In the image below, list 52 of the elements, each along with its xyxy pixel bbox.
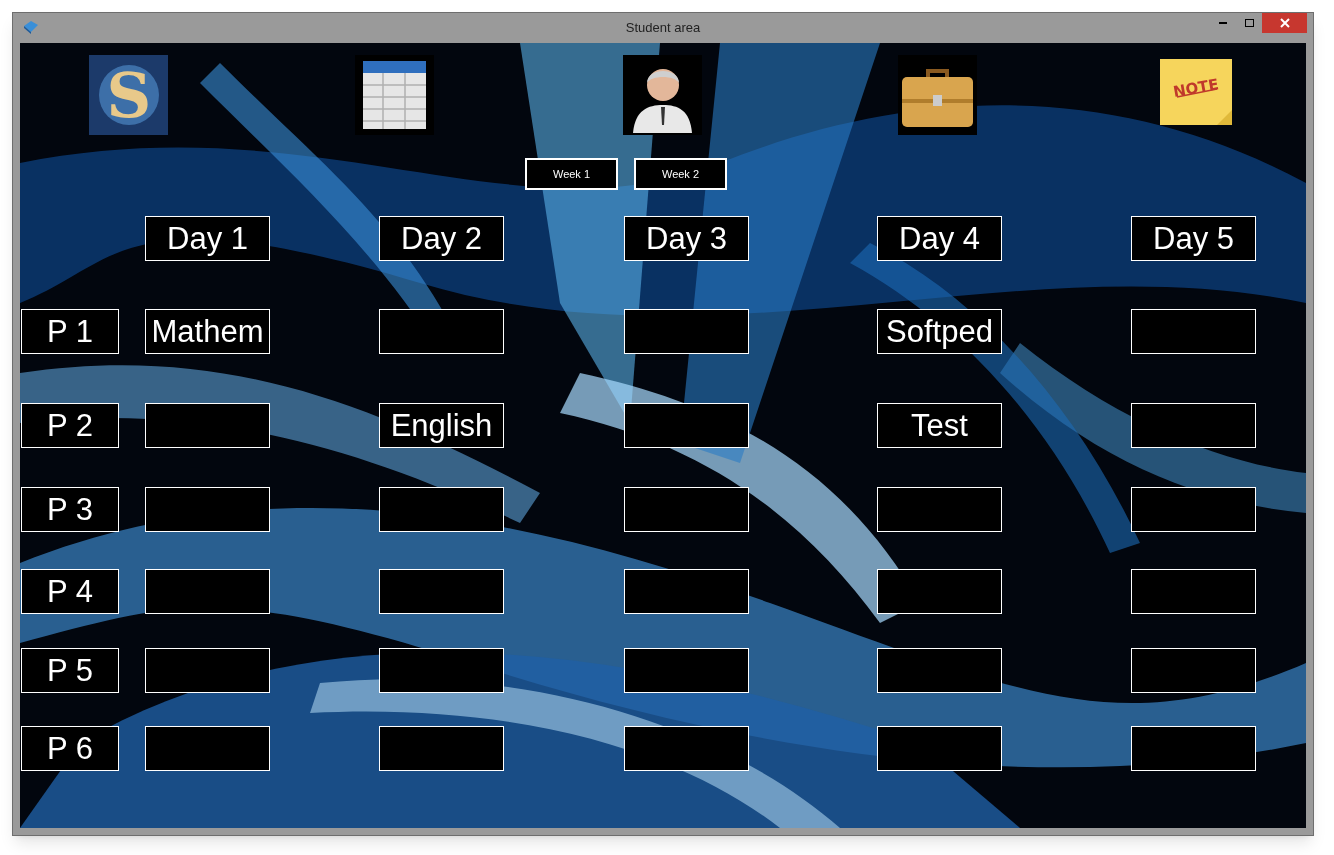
period-label: P 5 [21,648,119,693]
lesson-field[interactable]: Mathem [145,309,270,354]
empty-lesson-field[interactable] [877,726,1002,771]
empty-lesson-field[interactable] [877,569,1002,614]
empty-lesson-field[interactable] [877,487,1002,532]
empty-lesson-field[interactable] [1131,309,1256,354]
empty-lesson-field[interactable] [145,487,270,532]
empty-lesson-field[interactable] [1131,487,1256,532]
empty-lesson-field[interactable] [379,726,504,771]
empty-lesson-field[interactable] [145,569,270,614]
minimize-icon [1219,22,1227,24]
briefcase-icon[interactable] [898,55,977,135]
empty-lesson-field[interactable] [1131,403,1256,448]
day-header: Day 5 [1131,216,1256,261]
empty-lesson-field[interactable] [624,403,749,448]
period-label: P 6 [21,726,119,771]
empty-lesson-field[interactable] [624,726,749,771]
day-header: Day 1 [145,216,270,261]
empty-lesson-field[interactable] [624,309,749,354]
empty-lesson-field[interactable] [379,487,504,532]
lesson-field[interactable]: Test [877,403,1002,448]
day-header: Day 3 [624,216,749,261]
period-label: P 1 [21,309,119,354]
empty-lesson-field[interactable] [145,648,270,693]
day-header: Day 2 [379,216,504,261]
week-button[interactable]: Week 2 [634,158,727,190]
table-icon[interactable] [355,55,434,135]
day-header: Day 4 [877,216,1002,261]
empty-lesson-field[interactable] [379,648,504,693]
person-icon[interactable] [623,55,702,135]
empty-lesson-field[interactable] [877,648,1002,693]
week-button[interactable]: Week 1 [525,158,618,190]
period-label: P 2 [21,403,119,448]
empty-lesson-field[interactable] [624,487,749,532]
empty-lesson-field[interactable] [379,569,504,614]
empty-lesson-field[interactable] [1131,726,1256,771]
lesson-field[interactable]: English [379,403,504,448]
empty-lesson-field[interactable] [145,726,270,771]
empty-lesson-field[interactable] [624,648,749,693]
empty-lesson-field[interactable] [379,309,504,354]
empty-lesson-field[interactable] [1131,648,1256,693]
maximize-icon [1244,19,1254,27]
empty-lesson-field[interactable] [145,403,270,448]
period-label: P 3 [21,487,119,532]
empty-lesson-field[interactable] [1131,569,1256,614]
close-icon [1279,18,1290,28]
empty-lesson-field[interactable] [624,569,749,614]
period-label: P 4 [21,569,119,614]
close-button[interactable] [1262,13,1307,33]
app-icon [23,20,39,34]
lesson-field[interactable]: Softped [877,309,1002,354]
window-title: Student area [625,19,701,38]
